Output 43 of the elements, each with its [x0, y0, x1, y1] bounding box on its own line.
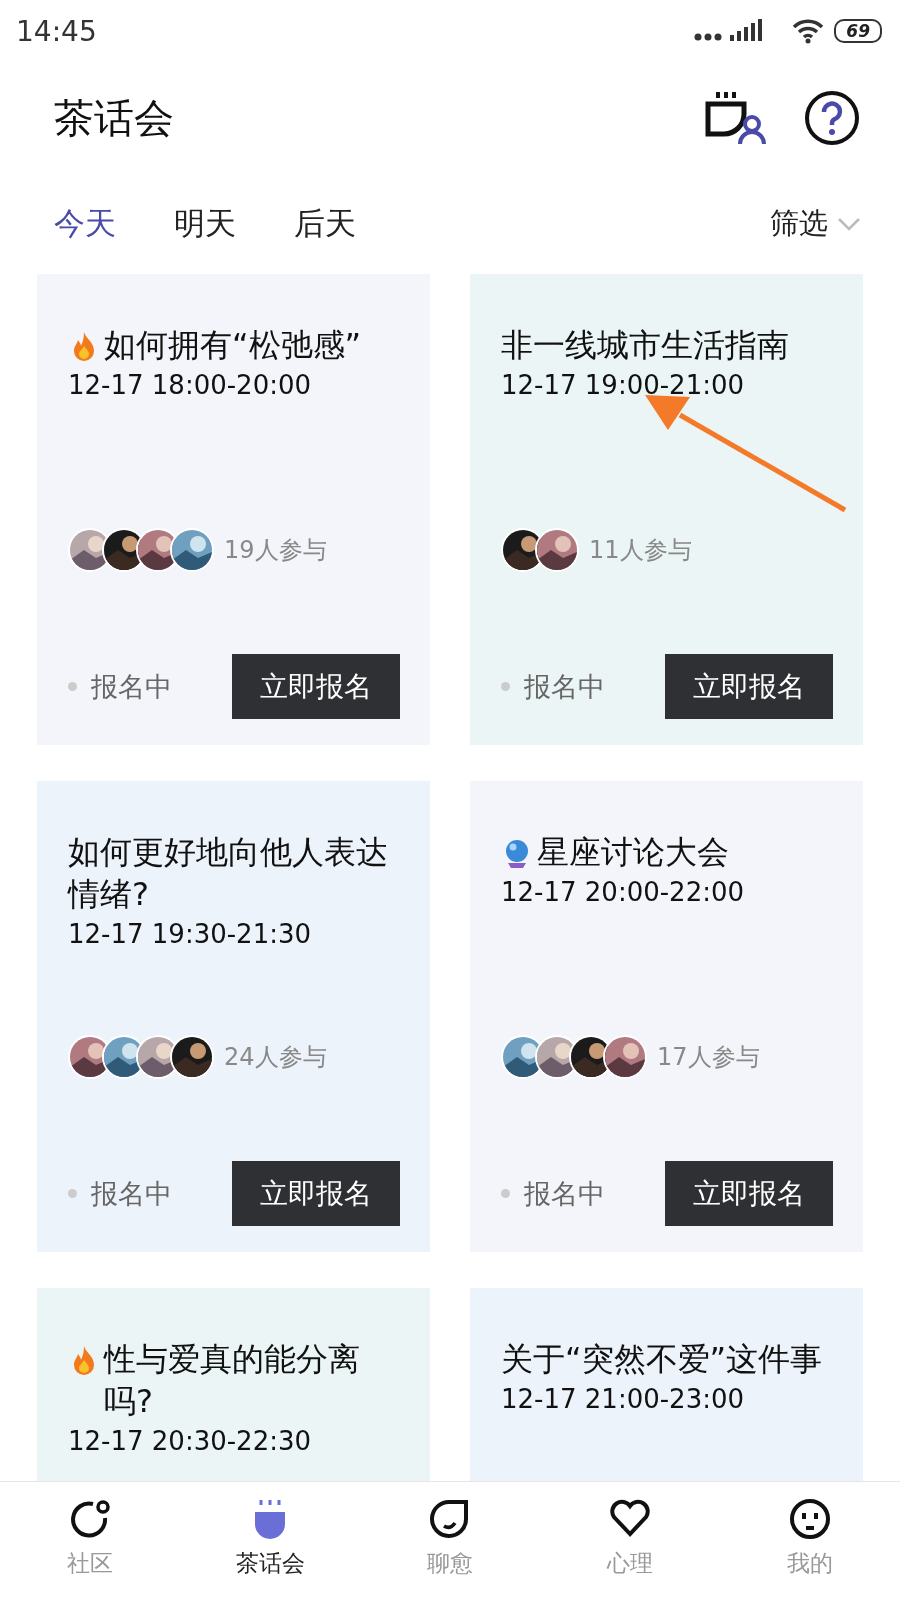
event-status: 报名中: [524, 669, 605, 704]
speech-leaf-icon[interactable]: [429, 1498, 471, 1540]
date-tab[interactable]: 明天: [174, 203, 236, 245]
event-title: 性与爱真的能分离吗?: [104, 1339, 361, 1422]
event-time: 12-17 21:00-23:00: [501, 1384, 746, 1414]
status-dot: [68, 1189, 77, 1198]
status-dot: [501, 1189, 510, 1198]
participant-count: 17人参与: [657, 1042, 760, 1073]
event-status: 报名中: [91, 1176, 172, 1211]
event-title: 关于“突然不爱”这件事: [501, 1339, 823, 1380]
signup-button[interactable]: 立即报名: [665, 654, 833, 719]
event-time: 12-17 20:30-22:30: [68, 1426, 313, 1456]
wifi-icon: [792, 18, 825, 44]
ring-icon[interactable]: [69, 1498, 111, 1540]
battery-level: 69: [834, 19, 882, 43]
signup-button[interactable]: 立即报名: [232, 654, 400, 719]
page-title: 茶话会: [54, 93, 174, 143]
event-title: 如何更好地向他人表达情绪?: [68, 832, 389, 915]
event-title: 星座讨论大会: [537, 832, 729, 873]
event-time: 12-17 19:30-21:30: [68, 919, 313, 949]
status-dot: [68, 682, 77, 691]
cup-person-icon[interactable]: [704, 90, 768, 146]
signup-button[interactable]: 立即报名: [665, 1161, 833, 1226]
event-time: 12-17 19:00-21:00: [501, 370, 746, 400]
participant-count: 11人参与: [589, 535, 692, 566]
status-dot: [501, 682, 510, 691]
participant-count: 19人参与: [224, 535, 327, 566]
event-title: 如何拥有“松弛感”: [104, 325, 362, 366]
date-tab[interactable]: 后天: [294, 203, 356, 245]
date-tab[interactable]: 今天: [54, 203, 116, 245]
event-status: 报名中: [91, 669, 172, 704]
help-icon[interactable]: [804, 90, 860, 146]
event-status: 报名中: [524, 1176, 605, 1211]
event-title: 非一线城市生活指南: [501, 325, 789, 366]
participant-count: 24人参与: [224, 1042, 327, 1073]
signup-button[interactable]: 立即报名: [232, 1161, 400, 1226]
nav-tab[interactable]: 茶话会: [180, 1482, 360, 1600]
filter-label[interactable]: 筛选: [770, 204, 828, 244]
status-time: 14:45: [16, 14, 97, 48]
nav-label[interactable]: 茶话会: [235, 1548, 305, 1579]
event-time: 12-17 18:00-20:00: [68, 370, 313, 400]
face-icon[interactable]: [789, 1498, 831, 1540]
event-time: 12-17 20:00-22:00: [501, 877, 746, 907]
